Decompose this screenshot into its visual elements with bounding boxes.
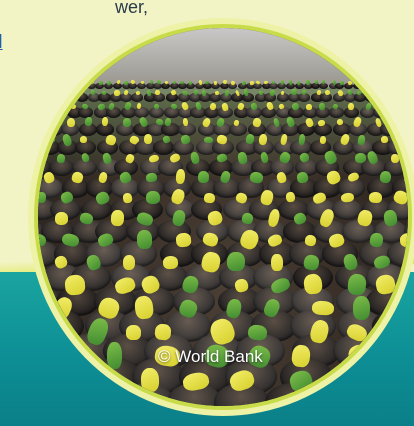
seedling-leaf bbox=[365, 80, 368, 85]
seedling-leaf bbox=[392, 89, 397, 96]
seedling-leaf bbox=[214, 90, 219, 95]
seedling-leaf bbox=[126, 324, 141, 340]
seedling-leaf bbox=[380, 136, 389, 144]
seedling-leaf bbox=[66, 117, 76, 127]
seedling-leaf bbox=[368, 191, 383, 204]
seedling-leaf bbox=[133, 295, 154, 320]
seedling-leaf bbox=[113, 89, 120, 96]
seedling-leaf bbox=[136, 230, 153, 250]
seedling-leaf bbox=[399, 232, 408, 248]
seedling-leaf bbox=[390, 153, 400, 163]
article-link[interactable]: d bbox=[0, 30, 3, 56]
seedling-leaf bbox=[258, 90, 263, 95]
seedling-leaf bbox=[99, 80, 104, 85]
seedling-leaf bbox=[404, 170, 408, 184]
seedling-leaf bbox=[388, 298, 403, 318]
seedling-leaf bbox=[356, 90, 362, 96]
seedling-leaf bbox=[64, 80, 69, 85]
seedling-leaf bbox=[54, 211, 69, 226]
seedling-leaf bbox=[347, 80, 353, 85]
seedling-leaf bbox=[56, 102, 64, 111]
seedling-pot bbox=[161, 123, 180, 136]
seedling-leaf bbox=[145, 191, 161, 204]
seedling-leaf bbox=[380, 364, 398, 396]
seedling-leaf bbox=[305, 79, 310, 86]
seedling-leaf bbox=[197, 171, 209, 184]
seedling-leaf bbox=[203, 136, 213, 144]
article-text-line: wer, bbox=[114, 0, 148, 17]
seedling-leaf bbox=[175, 232, 192, 248]
seedling-leaf bbox=[201, 89, 207, 96]
seedling-leaf bbox=[141, 368, 160, 393]
seedling-leaf bbox=[406, 103, 408, 110]
seedling-leaf bbox=[38, 369, 56, 393]
seedling-leaf bbox=[402, 90, 407, 96]
seedling-leaf bbox=[270, 253, 283, 271]
seedling-leaf bbox=[172, 80, 176, 85]
seedling-pot bbox=[268, 83, 278, 90]
seedling-leaf bbox=[106, 80, 112, 85]
seedling-leaf bbox=[348, 102, 355, 111]
seedling-leaf bbox=[107, 341, 123, 370]
seedling-leaf bbox=[58, 89, 64, 96]
seedling-leaf bbox=[123, 80, 128, 85]
seedling-leaf bbox=[122, 254, 136, 270]
seedling-pot bbox=[329, 107, 345, 118]
seedling-leaf bbox=[339, 80, 344, 85]
seedling-leaf bbox=[306, 103, 312, 110]
seedling-leaf bbox=[203, 192, 216, 204]
seedling-leaf bbox=[353, 295, 371, 320]
seedling-leaf bbox=[64, 273, 86, 296]
photo-credit-caption: © World Bank bbox=[158, 347, 263, 366]
seedling-leaf bbox=[110, 209, 125, 227]
seedling-leaf bbox=[226, 251, 245, 272]
seedling-leaf bbox=[56, 153, 66, 163]
seedling-leaf bbox=[213, 80, 218, 85]
